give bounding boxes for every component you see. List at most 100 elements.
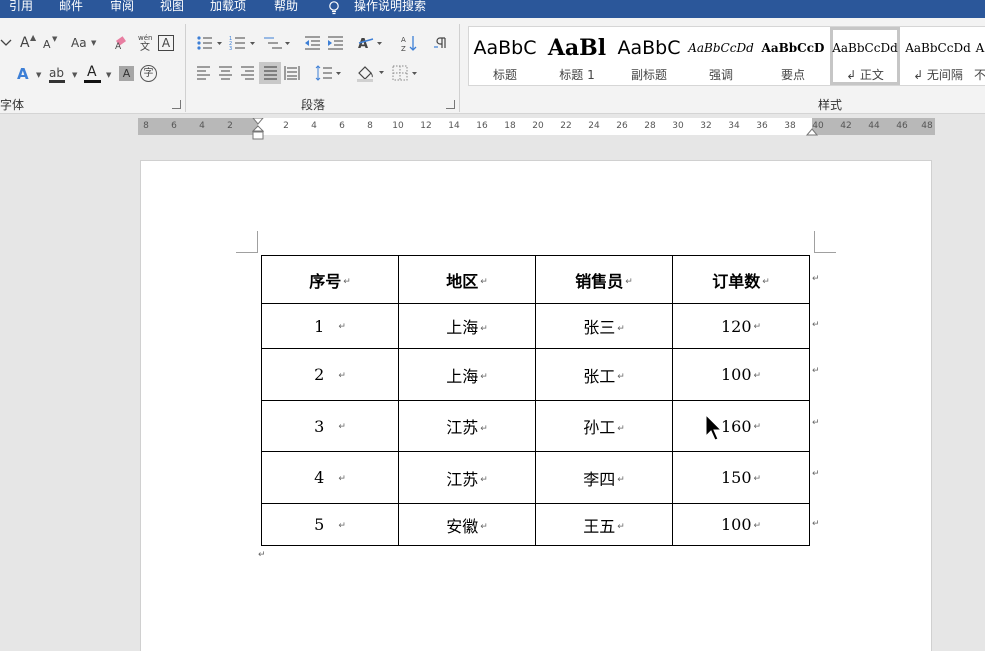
indent-marker-icon[interactable] [252,118,264,142]
distributed-icon[interactable] [284,65,300,81]
table-cell[interactable]: 张工 ↵ [535,348,673,401]
chinese-layout-icon[interactable]: A [357,35,385,51]
shrink-font-button[interactable]: A [43,37,51,53]
borders-icon[interactable] [392,65,420,81]
ruler-number: 6 [339,121,345,131]
style-more[interactable]: A 不 [974,27,985,85]
highlight-button[interactable]: ab [49,65,67,83]
horizontal-ruler[interactable]: 8 6 4 2 2 4 6 8 10 12 14 16 18 20 22 24 … [138,118,935,140]
header-cell[interactable]: 地区 ↵ [398,255,536,304]
text-effects-button[interactable]: A [17,66,29,82]
style-normal[interactable]: AaBbCcDd ↲ 正文 [830,27,900,85]
table-cell[interactable]: 4 ↵ [261,451,399,504]
multilevel-list-icon[interactable] [262,35,292,51]
tell-me-search[interactable]: 操作说明搜索 [354,0,426,12]
line-spacing-icon[interactable] [315,65,343,81]
tab-review[interactable]: 审阅 [110,0,134,12]
table-cell[interactable]: 150 ↵ [672,451,810,504]
clear-formatting-icon[interactable]: A [114,36,130,50]
cell-text: 江苏 [446,469,479,489]
table-cell[interactable]: 孙工 ↵ [535,400,673,452]
justify-button[interactable] [259,62,281,84]
style-strong[interactable]: AaBbCcD 要点 [757,27,829,85]
ruler-number: 10 [392,121,404,131]
table-cell[interactable]: 江苏 ↵ [398,451,536,504]
grow-arrow-icon: ▲ [30,33,37,42]
header-cell[interactable]: 订单数 ↵ [672,255,810,304]
numbering-icon[interactable]: 1 2 3 [229,35,257,51]
sort-icon[interactable]: A Z [400,34,418,52]
align-left-icon[interactable] [196,66,211,80]
change-case-button[interactable]: Aa [71,35,87,51]
tab-mailings[interactable]: 邮件 [59,0,83,12]
ruler-number: 36 [756,121,768,131]
tab-addins[interactable]: 加载项 [210,0,246,12]
show-formatting-marks-icon[interactable] [432,35,448,51]
character-border-button[interactable]: A [158,35,174,51]
enclose-characters-button[interactable]: 字 [140,65,157,82]
table-cell[interactable]: 5 ↵ [261,503,399,546]
table-cell[interactable]: 160 ↵ [672,400,810,452]
font-dialog-launcher[interactable] [172,100,181,109]
table-cell[interactable]: 安徽 ↵ [398,503,536,546]
svg-text:3: 3 [229,46,232,51]
cell-text: 100 [720,365,752,384]
right-indent-marker-icon[interactable] [806,126,818,136]
align-right-icon[interactable] [240,66,255,80]
font-color-button[interactable]: A [84,64,102,84]
table-cell[interactable]: 100 ↵ [672,348,810,401]
header-cell[interactable]: 序号 ↵ [261,255,399,304]
style-heading1[interactable]: AaBl 标题 1 [541,27,613,85]
cell-text: 上海 [446,318,479,337]
table-cell[interactable]: 江苏 ↵ [398,400,536,452]
ruler-number: 6 [171,121,177,131]
cell-mark: ↵ [338,422,346,432]
highlight-swatch [49,80,65,83]
decrease-indent-icon[interactable] [304,35,321,51]
table-cell[interactable]: 1 ↵ [261,303,399,349]
bullets-icon[interactable] [196,35,224,51]
phonetic-guide-button[interactable]: wén 文 [138,34,152,53]
style-emphasis[interactable]: AaBbCcDd 强调 [685,27,757,85]
header-cell[interactable]: 销售员 ↵ [535,255,673,304]
increase-indent-icon[interactable] [327,35,344,51]
ruler-number: 32 [700,121,712,131]
table-cell[interactable]: 120 ↵ [672,303,810,349]
font-size-dropdown-chevron-icon[interactable] [0,36,14,50]
grow-font-button[interactable]: A [20,35,30,51]
style-sample: AaBbC [473,37,537,59]
style-title[interactable]: AaBbC 标题 [469,27,541,85]
paint-bucket-shading-icon[interactable] [356,64,386,82]
paragraph-dialog-launcher[interactable] [446,100,455,109]
cell-text: 4 [314,468,325,487]
table-cell[interactable]: 李四 ↵ [535,451,673,504]
header-text: 订单数 [712,271,761,291]
style-sample: AaBbCcDd [905,41,971,55]
style-name: 不 [974,68,985,82]
style-sample: AaBbCcDd [832,41,898,55]
cell-text: 100 [720,515,752,534]
phonetic-guide-bottom: 文 [140,42,150,53]
table-cell[interactable]: 上海 ↵ [398,348,536,401]
table-cell[interactable]: 2 ↵ [261,348,399,401]
cell-text: 孙工 [583,418,616,437]
table-cell[interactable]: 张三 ↵ [535,303,673,349]
table-cell[interactable]: 上海 ↵ [398,303,536,349]
style-subtitle[interactable]: AaBbC 副标题 [613,27,685,85]
tab-help[interactable]: 帮助 [274,0,298,12]
align-center-icon[interactable] [218,66,233,80]
table-cell[interactable]: 3 ↵ [261,400,399,452]
end-of-row-mark: ↵ [812,366,820,376]
table-cell[interactable]: 王五 ↵ [535,503,673,546]
character-shading-button[interactable]: A [119,66,134,81]
style-name: 标题 [492,68,517,82]
cell-mark: ↵ [480,475,488,485]
tab-view[interactable]: 视图 [160,0,184,12]
highlight-chevron-icon: ▼ [72,71,78,79]
style-no-spacing[interactable]: AaBbCcDd ↲ 无间隔 [902,27,974,85]
cell-text: 王五 [583,516,616,536]
tab-references[interactable]: 引用 [9,0,33,12]
sales-table[interactable]: 序号 ↵ 地区 ↵ 销售员 ↵ 订单数 ↵ 1 ↵ 上海 ↵ 张三 ↵ 120 ↵ 2 ↵ 上海 ↵… [261,255,810,546]
table-cell[interactable]: 100 ↵ [672,503,810,546]
ruler-number: 16 [476,121,488,131]
